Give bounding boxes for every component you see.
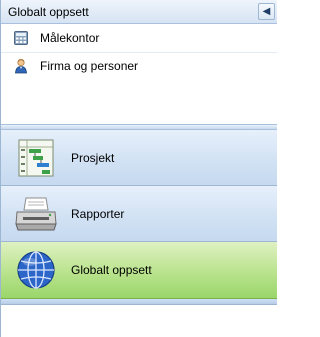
panel-header: Globalt oppsett ◀ [1, 0, 277, 24]
nav-item-label: Målekontor [40, 31, 100, 45]
nav-item-malekontor[interactable]: Målekontor [1, 24, 277, 52]
module-label: Prosjekt [71, 150, 115, 165]
module-button-rapporter[interactable]: Rapporter [1, 186, 277, 242]
module-button-globalt-oppsett[interactable]: Globalt oppsett [1, 242, 277, 299]
nav-item-label: Firma og personer [40, 59, 139, 73]
gantt-chart-icon [13, 137, 59, 179]
panel-title: Globalt oppsett [8, 5, 89, 19]
module-label: Rapporter [71, 206, 125, 221]
collapse-button[interactable]: ◀ [258, 3, 275, 20]
module-button-prosjekt[interactable]: Prosjekt [1, 130, 277, 186]
printer-icon [13, 193, 59, 235]
nav-item-firma-og-personer[interactable]: Firma og personer [1, 52, 277, 80]
calculator-icon [13, 30, 33, 46]
module-label: Globalt oppsett [71, 263, 152, 277]
person-icon [13, 58, 33, 74]
panel-footer [1, 299, 277, 305]
chevron-left-icon: ◀ [262, 5, 271, 17]
globe-icon [13, 249, 59, 291]
navigation-panel: Globalt oppsett ◀ Målekontor Firma og pe… [0, 0, 277, 337]
